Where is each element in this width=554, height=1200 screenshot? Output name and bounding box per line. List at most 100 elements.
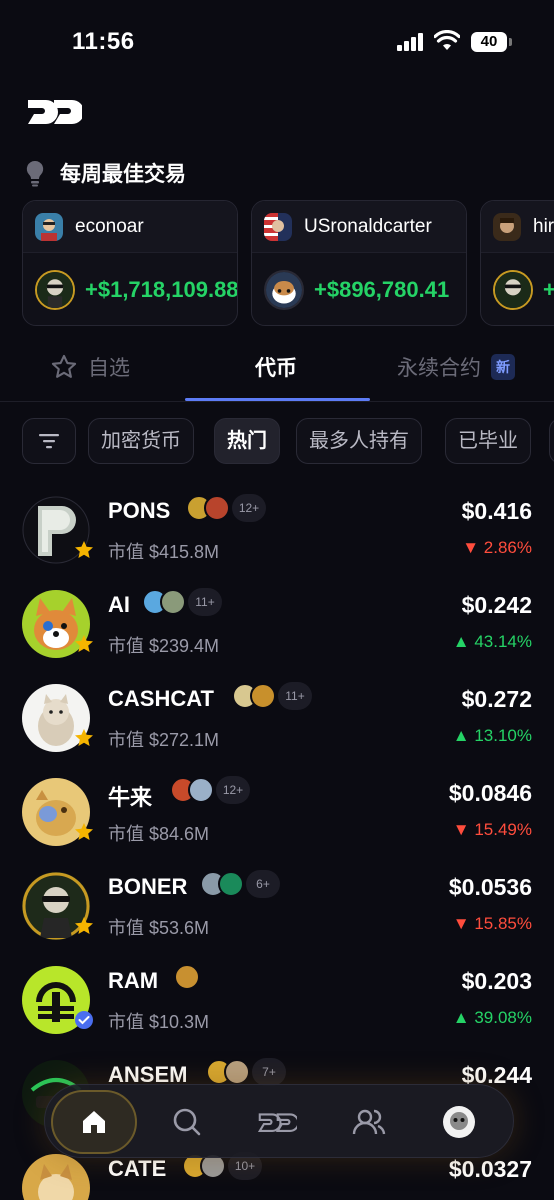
- holder-count: 11+: [188, 588, 222, 616]
- signal-icon: [397, 33, 423, 51]
- price-change: ▼ 15.85%: [452, 914, 532, 933]
- filter-chips: 加密货币 热门 最多人持有 已毕业 新: [22, 418, 554, 466]
- status-bar: 11:56 40: [0, 0, 554, 80]
- holder-avatars: 11+: [142, 588, 222, 616]
- holder-avatar: [160, 589, 186, 615]
- holder-avatars: 6+: [200, 870, 280, 898]
- tab-tokens[interactable]: 代币: [255, 352, 297, 382]
- filter-chip-hot[interactable]: 热门: [214, 418, 280, 464]
- trade-username: hir: [533, 215, 554, 237]
- holder-avatars: 12+: [186, 494, 266, 522]
- star-badge-icon: [75, 823, 93, 840]
- home-icon: [83, 1111, 105, 1133]
- nav-trade[interactable]: [245, 1090, 309, 1154]
- star-outline-icon: [51, 354, 77, 378]
- holder-avatar: [188, 777, 214, 803]
- price-change: ▲ 43.14%: [452, 632, 532, 651]
- new-badge: 新: [491, 354, 515, 380]
- token-avatar: [493, 270, 533, 310]
- trade-card[interactable]: USronaldcarter +$896,780.41: [251, 200, 467, 326]
- star-badge-icon: [75, 729, 93, 746]
- token-symbol: AI: [108, 592, 130, 617]
- token-symbol: PONS: [108, 498, 171, 523]
- token-price: $0.203: [461, 968, 532, 994]
- nav-home[interactable]: [51, 1090, 137, 1154]
- best-trades-carousel[interactable]: econoar +$1,718,109.88 USronaldcarter +$…: [22, 200, 554, 328]
- token-price: $0.242: [461, 592, 532, 618]
- holder-avatar: [250, 683, 276, 709]
- star-badge-icon: [75, 541, 93, 558]
- nav-social[interactable]: [337, 1090, 401, 1154]
- holder-count: 6+: [246, 870, 280, 898]
- market-cap: 市值 $53.6M: [108, 918, 210, 938]
- filter-chip-graduated[interactable]: 已毕业: [445, 418, 531, 464]
- market-cap: 市值 $10.3M: [108, 1012, 210, 1032]
- tab-perpetuals[interactable]: 永续合约 新: [397, 352, 515, 382]
- star-badge-icon: [75, 917, 93, 934]
- holder-count: 12+: [232, 494, 266, 522]
- filter-chip-new[interactable]: 新: [549, 418, 554, 464]
- trade-profit: +$: [543, 277, 554, 303]
- token-row[interactable]: PONS 12+ 市值 $415.8M $0.416 ▼ 2.86%: [0, 484, 554, 578]
- token-row[interactable]: 牛来 12+ 市值 $84.6M $0.0846 ▼ 15.49%: [0, 766, 554, 860]
- tab-tokens-label: 代币: [255, 357, 297, 380]
- profile-avatar: [443, 1106, 475, 1138]
- trade-profit: +$896,780.41: [314, 277, 450, 302]
- token-row[interactable]: RAM 市值 $10.3M $0.203 ▲ 39.08%: [0, 954, 554, 1048]
- price-change: ▼ 15.49%: [452, 820, 532, 839]
- bottom-navigation: [44, 1084, 514, 1158]
- wifi-icon: [434, 30, 460, 50]
- logo-icon: [257, 1113, 297, 1132]
- trade-card[interactable]: econoar +$1,718,109.88: [22, 200, 238, 326]
- tab-watchlist[interactable]: 自选: [50, 352, 130, 382]
- status-time: 11:56: [72, 28, 135, 55]
- token-row[interactable]: BONER 6+ 市值 $53.6M $0.0536 ▼ 15.85%: [0, 860, 554, 954]
- token-row[interactable]: AI 11+ 市值 $239.4M $0.242 ▲ 43.14%: [0, 578, 554, 672]
- holder-avatars: 7+: [206, 1058, 286, 1086]
- market-cap: 市值 $415.8M: [108, 542, 220, 562]
- search-icon: [173, 1108, 201, 1136]
- token-symbol: CATE: [108, 1156, 167, 1181]
- verified-badge-icon: [75, 1011, 93, 1029]
- token-symbol: BONER: [108, 874, 188, 899]
- best-trades-header: 每周最佳交易: [24, 158, 186, 188]
- filter-button[interactable]: [22, 418, 76, 464]
- best-trades-title: 每周最佳交易: [60, 163, 186, 186]
- holder-avatars: 12+: [170, 776, 250, 804]
- user-avatar: [35, 212, 63, 241]
- nav-profile[interactable]: [427, 1090, 491, 1154]
- nav-search[interactable]: [155, 1090, 219, 1154]
- tab-watchlist-label: 自选: [88, 357, 130, 380]
- price-change: ▲ 13.10%: [452, 726, 532, 745]
- token-symbol: RAM: [108, 968, 159, 993]
- holder-avatar: [204, 495, 230, 521]
- token-symbol: 牛来: [108, 785, 153, 810]
- token-price: $0.0846: [448, 780, 532, 806]
- market-cap: 市值 $84.6M: [108, 824, 210, 844]
- market-cap: 市值 $272.1M: [108, 730, 220, 750]
- trade-card[interactable]: hir +$: [480, 200, 554, 326]
- token-avatar: [35, 270, 75, 310]
- price-change: ▲ 39.08%: [452, 1008, 532, 1027]
- filter-chip-most-held[interactable]: 最多人持有: [296, 418, 422, 464]
- app-logo-icon: [28, 100, 82, 124]
- tab-perpetuals-label: 永续合约: [397, 357, 481, 380]
- token-price: $0.0327: [448, 1156, 532, 1182]
- trade-profit: +$1,718,109.88: [85, 277, 238, 302]
- token-row[interactable]: CASHCAT 11+ 市值 $272.1M $0.272 ▲ 13.10%: [0, 672, 554, 766]
- category-tabs: 自选 代币 永续合约 新: [0, 336, 554, 402]
- filter-chip-crypto[interactable]: 加密货币: [88, 418, 194, 464]
- user-avatar: [264, 212, 292, 241]
- user-avatar: [493, 212, 521, 241]
- star-badge-icon: [75, 635, 93, 652]
- holder-avatar: [174, 964, 200, 990]
- token-price: $0.0536: [448, 874, 532, 900]
- price-change: ▼ 2.86%: [462, 538, 532, 557]
- holder-count: 11+: [278, 682, 312, 710]
- battery-indicator: 40: [471, 32, 512, 52]
- holder-count: 7+: [252, 1058, 286, 1086]
- trade-username: econoar: [75, 215, 144, 237]
- lightbulb-icon: [26, 160, 44, 187]
- filter-icon: [39, 434, 59, 449]
- holder-avatar: [224, 1059, 250, 1085]
